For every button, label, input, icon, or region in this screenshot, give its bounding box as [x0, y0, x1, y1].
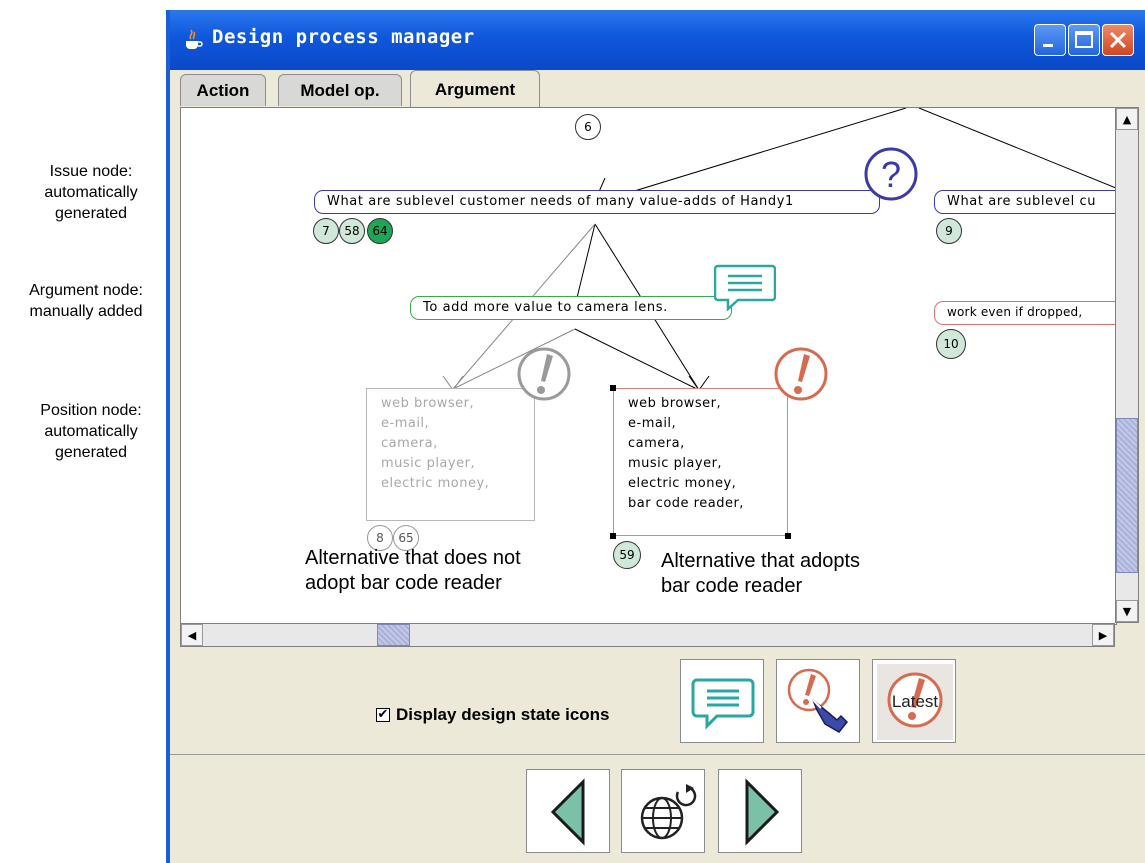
caption-line: Alternative that does not	[305, 547, 521, 569]
annotation-line: automatically	[44, 184, 138, 201]
selection-handle[interactable]	[785, 533, 791, 539]
selection-handle[interactable]	[610, 533, 616, 539]
minimize-icon	[1043, 44, 1053, 47]
maximize-icon	[1075, 31, 1093, 48]
annotation-line: Position node:	[40, 402, 142, 419]
close-icon	[1109, 31, 1127, 49]
annotation-line: Issue node:	[49, 163, 133, 180]
node-id-badge[interactable]: 10	[936, 329, 966, 359]
question-mark-icon: ?	[864, 147, 918, 201]
scroll-up-button[interactable]: ▲	[1116, 108, 1138, 130]
position-item: camera,	[381, 436, 438, 451]
horizontal-scroll-thumb[interactable]	[377, 624, 410, 646]
previous-button[interactable]	[526, 769, 610, 853]
node-id-badge[interactable]: 9	[936, 218, 962, 244]
position-item: electric money,	[628, 476, 737, 491]
speech-bubble-icon	[691, 678, 755, 730]
scroll-left-button[interactable]: ◀	[181, 624, 203, 646]
display-toolbar: ✔ Display design state icons Latest	[170, 647, 1145, 755]
position-node-left[interactable]: web browser, e-mail, camera, music playe…	[366, 388, 535, 521]
checkbox-check-icon[interactable]: ✔	[376, 708, 390, 722]
maximize-button[interactable]	[1068, 24, 1100, 56]
caption-line: Alternative that adopts	[661, 550, 861, 572]
annotation-line: manually added	[29, 303, 143, 320]
annotation-position-node: Position node: automatically generated	[20, 400, 162, 463]
tab-strip: Action Model op. Argument	[170, 70, 1145, 107]
issue-node-right[interactable]: What are sublevel cu	[934, 190, 1116, 214]
argument-node[interactable]: To add more value to camera lens.	[410, 296, 732, 320]
node-id-badge[interactable]: 6	[575, 114, 601, 140]
speech-bubble-icon	[714, 264, 776, 311]
svg-text:?: ?	[881, 154, 901, 195]
select-position-button[interactable]	[776, 659, 860, 743]
minimize-button[interactable]	[1034, 24, 1066, 56]
position-item: music player,	[628, 456, 723, 471]
annotation-line: automatically	[44, 423, 138, 440]
annotation-argument-node: Argument node: manually added	[6, 280, 166, 322]
position-node-right[interactable]: web browser, e-mail, camera, music playe…	[613, 388, 788, 536]
argument-graph-canvas[interactable]: 6 What are sublevel customer needs of ma…	[180, 107, 1117, 625]
node-id-badge[interactable]: 64	[367, 218, 393, 244]
tab-argument[interactable]: Argument	[410, 70, 540, 107]
position-item: web browser,	[381, 396, 475, 411]
position-item: e-mail,	[628, 416, 677, 431]
annotation-issue-node: Issue node: automatically generated	[20, 161, 162, 224]
position-item: e-mail,	[381, 416, 430, 431]
latest-label: Latest	[891, 692, 939, 711]
position-item: electric money,	[381, 476, 490, 491]
vertical-scrollbar[interactable]: ▲ ▼	[1115, 107, 1139, 623]
tab-action[interactable]: Action	[180, 74, 266, 106]
annotation-line: generated	[54, 444, 128, 461]
window-title: Design process manager	[212, 26, 475, 48]
node-id-badge[interactable]: 59	[613, 541, 641, 569]
caption-barcode: Alternative that adopts bar code reader	[661, 549, 860, 599]
selection-handle[interactable]	[610, 385, 616, 391]
checkbox-label: Display design state icons	[396, 705, 610, 724]
design-process-manager-window: Design process manager Action Model op. …	[166, 10, 1145, 863]
vertical-scroll-thumb[interactable]	[1116, 418, 1138, 573]
exclamation-icon	[517, 347, 571, 401]
scroll-right-button[interactable]: ▶	[1092, 624, 1114, 646]
argument-tool-button[interactable]	[680, 659, 764, 743]
refresh-global-button[interactable]	[621, 769, 705, 853]
position-item: camera,	[628, 436, 685, 451]
globe-refresh-icon	[640, 784, 697, 840]
scroll-down-button[interactable]: ▼	[1116, 600, 1138, 622]
caption-no-barcode: Alternative that does not adopt bar code…	[305, 546, 521, 596]
triangle-left-icon	[550, 778, 585, 846]
tab-model-op[interactable]: Model op.	[278, 74, 402, 106]
exclamation-pointer-icon	[787, 668, 849, 733]
annotation-line: Argument node:	[29, 282, 143, 299]
annotation-line: generated	[54, 205, 128, 222]
position-item: web browser,	[628, 396, 722, 411]
position-item: bar code reader,	[628, 496, 744, 511]
node-id-badge[interactable]: 7	[313, 218, 339, 244]
caption-line: adopt bar code reader	[305, 572, 502, 594]
argument-node-right[interactable]: work even if dropped,	[934, 301, 1116, 325]
node-id-badge[interactable]: 58	[339, 218, 365, 244]
latest-state-button[interactable]: Latest	[872, 659, 956, 743]
exclamation-icon	[774, 347, 828, 401]
close-button[interactable]	[1102, 24, 1134, 56]
issue-node[interactable]: What are sublevel customer needs of many…	[314, 190, 880, 214]
navigation-bar	[170, 755, 1145, 863]
java-cup-icon	[186, 29, 203, 49]
display-icons-checkbox[interactable]: ✔ Display design state icons	[376, 705, 610, 725]
horizontal-scrollbar[interactable]: ◀ ▶	[180, 623, 1115, 647]
position-item: music player,	[381, 456, 476, 471]
triangle-right-icon	[745, 778, 780, 846]
next-button[interactable]	[718, 769, 802, 853]
title-bar[interactable]: Design process manager	[170, 10, 1145, 70]
caption-line: bar code reader	[661, 575, 803, 597]
